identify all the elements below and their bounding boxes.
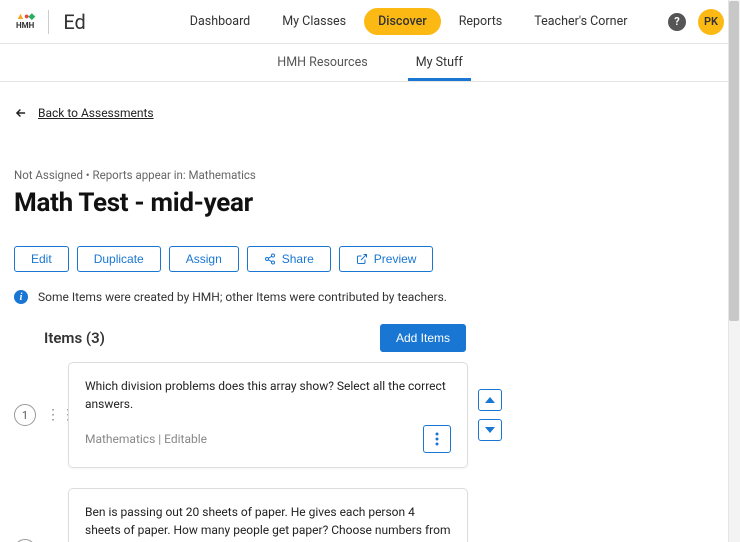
info-banner: i Some Items were created by HMH; other …	[14, 290, 726, 304]
share-icon	[264, 253, 276, 265]
item-card[interactable]: Which division problems does this array …	[68, 362, 468, 468]
items-title: Items (3)	[44, 329, 105, 347]
info-icon: i	[14, 290, 28, 304]
avatar[interactable]: PK	[698, 9, 724, 35]
reorder-controls	[478, 389, 502, 441]
help-icon[interactable]: ?	[668, 13, 686, 31]
item-row: 1 ⋮⋮ Which division problems does this a…	[44, 362, 726, 468]
move-up-button[interactable]	[478, 389, 502, 411]
assign-button[interactable]: Assign	[169, 246, 239, 272]
brand-divider	[48, 10, 49, 34]
brand-logo: ▲●◆ HMH	[16, 13, 34, 30]
back-arrow-icon	[14, 106, 28, 120]
move-down-button[interactable]	[478, 419, 502, 441]
drag-handle-icon[interactable]: ⋮⋮	[46, 408, 58, 422]
chevron-down-icon	[485, 427, 495, 433]
item-question: Ben is passing out 20 sheets of paper. H…	[85, 503, 451, 542]
preview-button[interactable]: Preview	[339, 246, 434, 272]
nav-dashboard[interactable]: Dashboard	[176, 8, 264, 35]
item-menu-button[interactable]	[423, 425, 451, 453]
subnav-my-stuff[interactable]: My Stuff	[412, 45, 467, 80]
info-banner-text: Some Items were created by HMH; other It…	[38, 290, 447, 304]
item-tags: Mathematics | Editable	[85, 432, 207, 446]
share-button[interactable]: Share	[247, 246, 331, 272]
main-content: Back to Assessments Not Assigned • Repor…	[0, 82, 740, 542]
item-card[interactable]: Ben is passing out 20 sheets of paper. H…	[68, 488, 468, 542]
items-section: Items (3) Add Items 1 ⋮⋮ Which division …	[14, 324, 726, 542]
add-items-button[interactable]: Add Items	[380, 324, 466, 352]
item-number: 1	[14, 404, 36, 426]
item-row: 2 ⋮⋮ Ben is passing out 20 sheets of pap…	[44, 488, 726, 542]
duplicate-button[interactable]: Duplicate	[77, 246, 161, 272]
nav-reports[interactable]: Reports	[445, 8, 517, 35]
kebab-icon	[435, 432, 439, 446]
external-link-icon	[356, 253, 368, 265]
back-link-label: Back to Assessments	[38, 106, 154, 120]
item-question: Which division problems does this array …	[85, 377, 451, 413]
nav-discover[interactable]: Discover	[364, 8, 441, 35]
brand[interactable]: ▲●◆ HMH Ed	[16, 10, 86, 34]
sub-nav: HMH Resources My Stuff	[0, 44, 740, 82]
brand-name: Ed	[63, 10, 85, 34]
subnav-hmh-resources[interactable]: HMH Resources	[273, 45, 371, 80]
action-row: Edit Duplicate Assign Share Preview	[14, 246, 726, 272]
chevron-up-icon	[485, 397, 495, 403]
assessment-meta: Not Assigned • Reports appear in: Mathem…	[14, 168, 726, 182]
back-link[interactable]: Back to Assessments	[14, 106, 726, 120]
primary-nav: Dashboard My Classes Discover Reports Te…	[176, 8, 642, 35]
top-nav: ▲●◆ HMH Ed Dashboard My Classes Discover…	[0, 0, 740, 44]
scrollbar[interactable]	[728, 0, 740, 542]
page-title: Math Test - mid-year	[14, 188, 726, 218]
nav-teachers-corner[interactable]: Teacher's Corner	[520, 8, 641, 35]
scrollbar-thumb[interactable]	[729, 1, 739, 321]
edit-button[interactable]: Edit	[14, 246, 69, 272]
nav-my-classes[interactable]: My Classes	[268, 8, 360, 35]
